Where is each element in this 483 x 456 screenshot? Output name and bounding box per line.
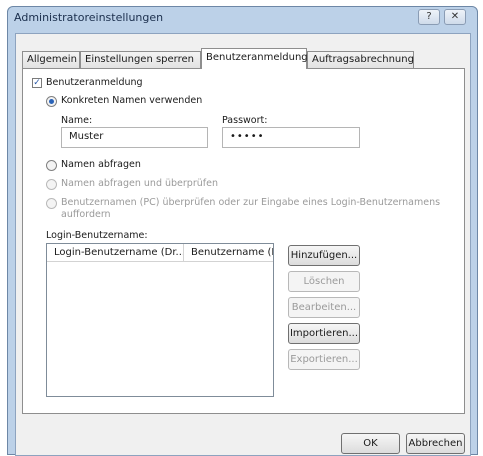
- ok-button[interactable]: OK: [341, 433, 400, 454]
- benutzeranmeldung-label: Benutzeranmeldung: [46, 77, 143, 88]
- add-button[interactable]: Hinzufügen...: [288, 245, 360, 266]
- radio-namen-abfragen-label: Namen abfragen: [61, 159, 141, 170]
- radio-benutzernamen-pc-label-line2: auffordern: [61, 209, 111, 220]
- radio-namen-abfragen[interactable]: [46, 160, 57, 171]
- tab-allgemein[interactable]: Allgemein: [22, 51, 80, 68]
- tab-auftragsabrechnung[interactable]: Auftragsabrechnung: [307, 51, 414, 68]
- password-label: Passwort:: [222, 115, 268, 126]
- delete-button[interactable]: Löschen: [288, 271, 360, 292]
- tab-einstellungen-sperren[interactable]: Einstellungen sperren: [80, 51, 201, 68]
- column-header-pc-user[interactable]: Benutzername (PC: [184, 244, 273, 262]
- checkmark-icon: ✓: [33, 78, 41, 88]
- radio-benutzernamen-pc[interactable]: [46, 198, 57, 209]
- password-input[interactable]: •••••: [222, 127, 360, 148]
- radio-namen-abfragen-ueberpruefen-label: Namen abfragen und überprüfen: [61, 178, 218, 189]
- cancel-button[interactable]: Abbrechen: [406, 433, 465, 454]
- export-button[interactable]: Exportieren...: [288, 349, 360, 370]
- tab-benutzeranmeldung[interactable]: Benutzeranmeldung: [201, 48, 308, 69]
- dialog-client-area: Allgemein Einstellungen sperren Benutzer…: [15, 33, 471, 456]
- radio-benutzernamen-pc-label-line1: Benutzernamen (PC) überprüfen oder zur E…: [61, 197, 441, 208]
- dialog-window: Administratoreinstellungen ? ✕ Allgemein…: [7, 6, 478, 456]
- login-user-list[interactable]: Login-Benutzername (Dr... Benutzername (…: [46, 243, 274, 397]
- benutzeranmeldung-checkbox[interactable]: ✓: [32, 78, 42, 88]
- tab-panel-benutzeranmeldung: ✓ Benutzeranmeldung Konkreten Namen verw…: [22, 68, 465, 414]
- radio-namen-abfragen-ueberpruefen[interactable]: [46, 179, 57, 190]
- import-button[interactable]: Importieren...: [288, 323, 360, 344]
- close-icon: ✕: [450, 11, 460, 22]
- radio-konkreten-namen-label: Konkreten Namen verwenden: [61, 95, 203, 106]
- radio-konkreten-namen[interactable]: [46, 96, 57, 107]
- window-title: Administratoreinstellungen: [14, 11, 164, 24]
- column-header-login-user[interactable]: Login-Benutzername (Dr...: [47, 244, 184, 262]
- close-button[interactable]: ✕: [444, 9, 466, 25]
- login-list-label: Login-Benutzername:: [46, 230, 148, 241]
- name-label: Name:: [61, 115, 93, 126]
- name-input[interactable]: Muster: [61, 127, 208, 148]
- edit-button[interactable]: Bearbeiten...: [288, 297, 360, 318]
- help-button[interactable]: ?: [418, 9, 440, 25]
